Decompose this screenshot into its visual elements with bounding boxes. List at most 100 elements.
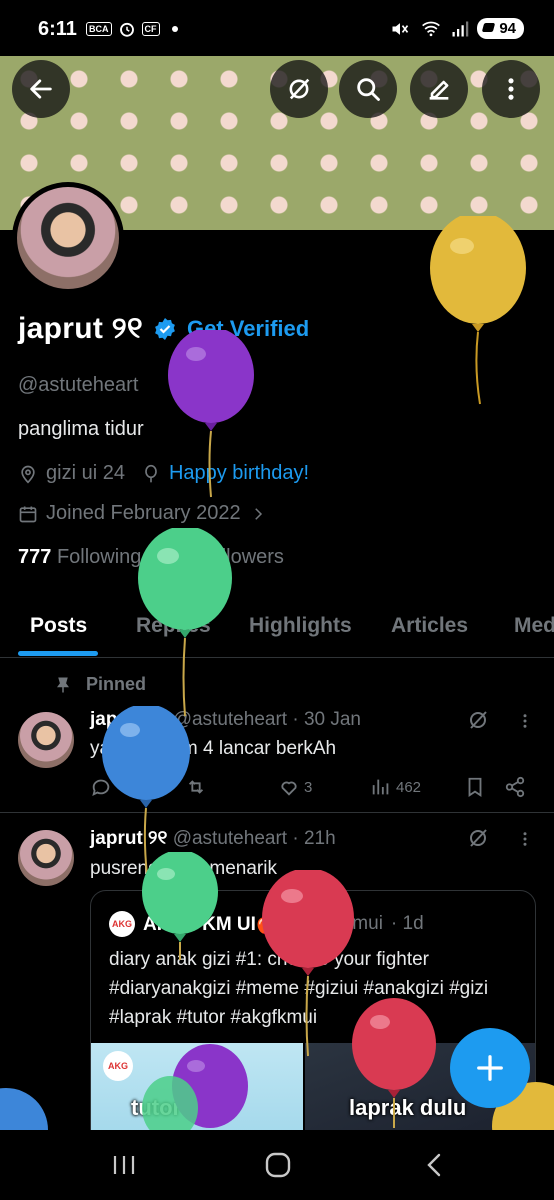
bookmark-icon	[468, 777, 482, 797]
tab-highlights[interactable]: Highlights	[249, 614, 352, 638]
image-caption: laprak dulu	[349, 1095, 467, 1120]
following-label: Following	[56, 546, 142, 568]
bookmark-button[interactable]	[464, 776, 486, 798]
pin-icon	[57, 677, 69, 692]
quoted-author-name: AKG FKM UI🍎	[143, 914, 280, 935]
like-count: 3	[304, 778, 313, 796]
tab-media[interactable]: Med	[514, 614, 554, 638]
search-icon	[357, 78, 380, 101]
image-caption: tutor dulu	[131, 1095, 234, 1120]
birthday-link[interactable]: Happy birthday!	[169, 462, 309, 485]
display-name: japrut ୨୧	[18, 312, 143, 345]
grok-icon	[289, 78, 310, 100]
balloon-icon	[145, 464, 157, 482]
tab-articles[interactable]: Articles	[391, 614, 468, 638]
repost-icon	[188, 780, 204, 794]
back-arrow-icon	[30, 79, 52, 99]
bio-text: panglima tidur	[18, 418, 144, 440]
follow-stats: 777 Following 776 Followers	[18, 546, 284, 569]
followers-count: 776	[159, 546, 193, 568]
home-icon	[265, 1152, 291, 1178]
joined-row[interactable]: Joined February 2022	[18, 502, 267, 525]
avatar-photo	[17, 187, 119, 289]
post-actions: 3 462	[90, 776, 530, 802]
user-handle: @astuteheart	[18, 374, 139, 396]
repost-button[interactable]	[185, 776, 207, 798]
post-author-name[interactable]: japrut ୨୧	[90, 828, 167, 849]
profile-meta-row: gizi ui 24 Happy birthday!	[18, 462, 309, 485]
reply-button[interactable]	[90, 776, 112, 798]
location-text: gizi ui 24	[46, 462, 125, 484]
akg-logo: AKG	[103, 1051, 133, 1081]
status-time: 6:11	[38, 18, 77, 40]
post-avatar[interactable]	[18, 712, 74, 768]
reply-icon	[92, 779, 110, 797]
active-tab-indicator	[18, 651, 98, 656]
yellow-balloon-icon	[430, 216, 526, 405]
notification-icons: BCA CF	[86, 20, 178, 38]
back-button[interactable]	[12, 60, 70, 118]
quoted-post-time: · 1d	[390, 913, 424, 934]
alarm-icon	[119, 22, 134, 37]
followers-label: Followers	[198, 546, 284, 568]
tab-replies[interactable]: Replies	[136, 614, 211, 638]
signal-icon	[452, 21, 469, 36]
joined-date: Joined February 2022	[46, 502, 241, 524]
more-notifications-dot	[171, 26, 178, 32]
status-bar: 6:11 BCA CF 94	[0, 0, 554, 56]
location-icon	[21, 465, 35, 484]
more-vertical-icon[interactable]	[516, 710, 534, 732]
quoted-post-header: AKG AKG FKM UI🍎 @akgfkmui · 1d	[109, 911, 424, 937]
share-icon	[505, 776, 525, 798]
recents-button[interactable]	[104, 1150, 144, 1180]
post-time: · 30 Jan	[292, 709, 361, 730]
followers-link[interactable]: 776 Followers	[159, 546, 284, 569]
bca-icon: BCA	[86, 22, 112, 36]
search-button[interactable]	[339, 60, 397, 118]
profile-avatar[interactable]	[12, 182, 124, 294]
like-button[interactable]: 3	[278, 776, 312, 798]
post-author-handle: @astuteheart	[172, 828, 288, 849]
back-icon	[427, 1153, 441, 1177]
more-vertical-icon[interactable]	[516, 828, 534, 850]
following-count: 777	[18, 546, 52, 568]
share-button[interactable]	[504, 776, 526, 798]
pinned-label: Pinned	[86, 674, 147, 694]
quoted-post-text: diary anak gizi #1: choose your fighter …	[109, 949, 489, 1028]
post-divider	[0, 812, 554, 813]
recents-icon	[113, 1156, 135, 1174]
post-time: · 21h	[292, 828, 336, 849]
more-options-button[interactable]	[482, 60, 540, 118]
pinned-indicator: Pinned	[54, 674, 146, 695]
blue-balloon-icon	[0, 1088, 48, 1130]
verified-badge-icon[interactable]	[153, 317, 177, 341]
grok-icon[interactable]	[466, 708, 490, 732]
name-row: japrut ୨୧ Get Verified	[18, 312, 309, 346]
following-link[interactable]: 777 Following	[18, 546, 141, 569]
home-button[interactable]	[258, 1150, 298, 1180]
mute-icon	[392, 22, 409, 35]
calendar-icon	[19, 506, 37, 522]
back-nav-button[interactable]	[414, 1150, 454, 1180]
edit-icon	[429, 80, 449, 100]
grok-button[interactable]	[270, 60, 328, 118]
compose-post-button[interactable]	[450, 1028, 530, 1108]
like-icon	[281, 781, 297, 796]
system-navigation-bar	[0, 1130, 554, 1200]
post-header: japrut ୨୧ @astuteheart · 21h	[90, 828, 336, 850]
plus-icon	[477, 1055, 503, 1081]
tab-posts[interactable]: Posts	[30, 614, 87, 638]
views-button[interactable]: 462	[370, 776, 421, 798]
more-vertical-icon	[508, 78, 514, 100]
edit-button[interactable]	[410, 60, 468, 118]
quoted-author-handle: @akgfkmui	[287, 913, 383, 934]
post-author-name[interactable]: japrut ୨୧	[90, 709, 167, 730]
grok-icon[interactable]	[466, 826, 490, 850]
post-header: japrut ୨୧ @astuteheart · 30 Jan	[90, 709, 361, 731]
get-verified-link[interactable]: Get Verified	[187, 316, 309, 342]
quoted-author-avatar: AKG	[109, 911, 135, 937]
post-text: ya Allah sem 4 lancar berkAh	[90, 738, 337, 759]
post-author-handle: @astuteheart	[172, 709, 288, 730]
post-avatar[interactable]	[18, 830, 74, 886]
quoted-post[interactable]: AKG AKG FKM UI🍎 @akgfkmui · 1d diary ana…	[90, 890, 536, 1150]
